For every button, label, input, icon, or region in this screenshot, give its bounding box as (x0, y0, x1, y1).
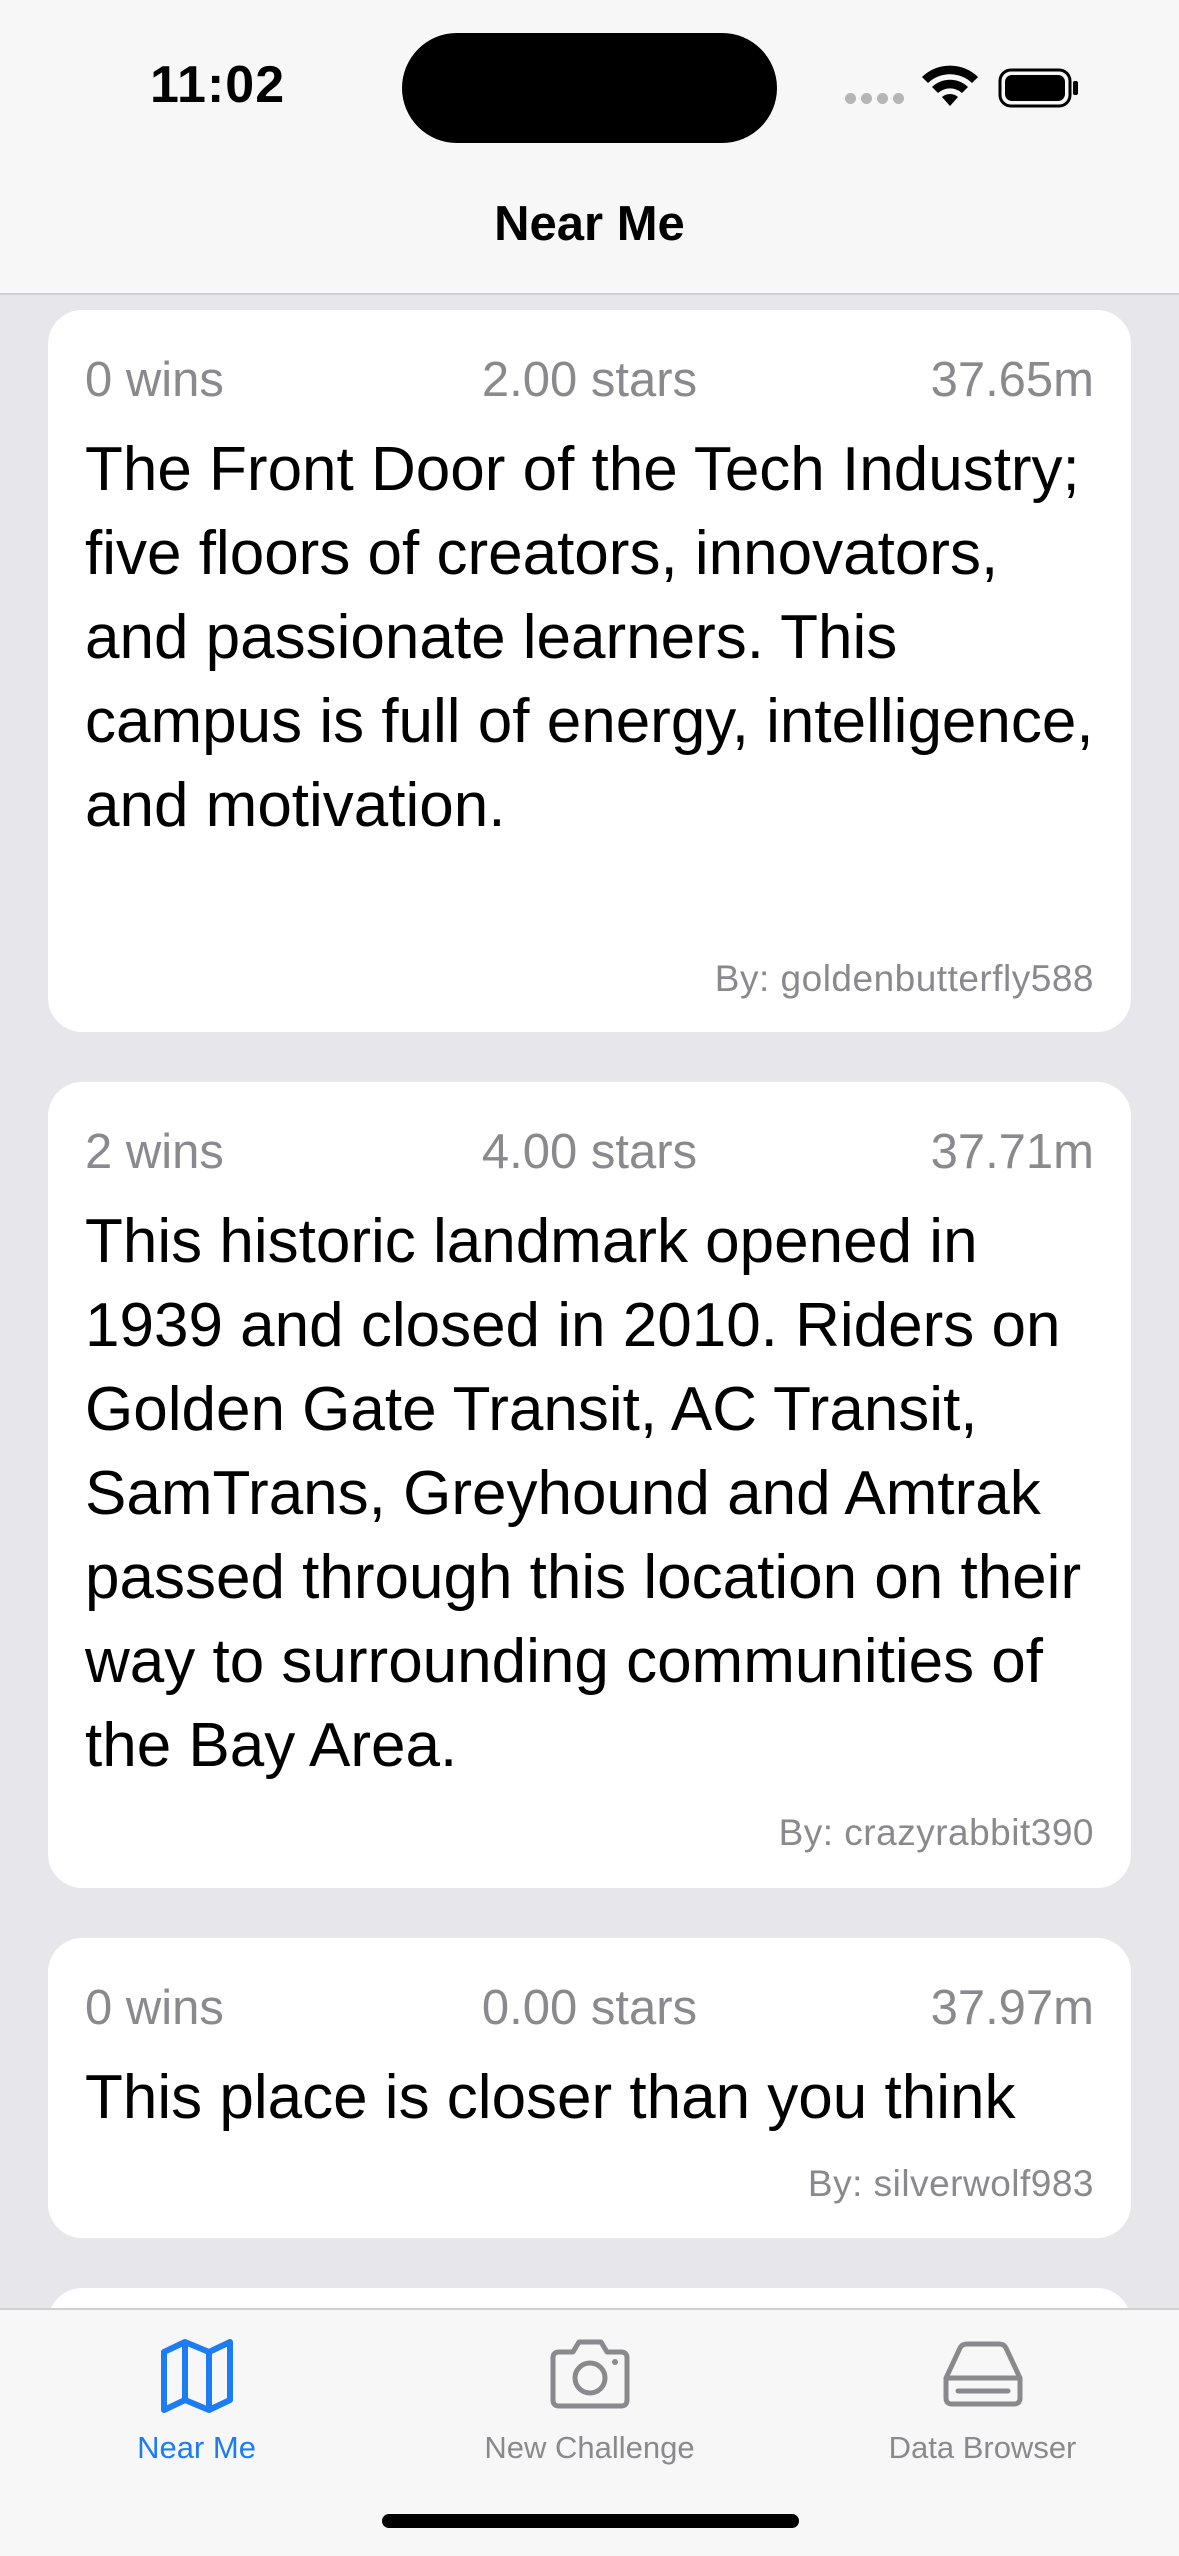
distance: 37.65m (930, 353, 1094, 407)
camera-icon (550, 2339, 629, 2409)
challenge-description: This place is closer than you think (85, 2063, 1016, 2132)
tab-near-me[interactable]: Near Me (0, 2310, 393, 2470)
screen: 0 wins 2.00 stars 37.65m The Front Door … (0, 0, 1179, 2556)
challenge-card[interactable]: 0 wins 2.00 stars 37.65m The Front Door … (48, 310, 1131, 1032)
status-time: 11:02 (150, 56, 286, 114)
cellular-signal-icon (845, 93, 905, 107)
challenge-card[interactable]: 0 wins 0.00 stars 37.97m This place is c… (48, 1938, 1131, 2238)
tab-new-challenge[interactable]: New Challenge (393, 2310, 786, 2470)
distance: 37.97m (930, 1981, 1094, 2035)
battery-icon (998, 68, 1078, 108)
map-icon (160, 2339, 233, 2413)
dynamic-island (402, 33, 777, 143)
page-title: Near Me (494, 197, 685, 251)
tab-label: Near Me (137, 2430, 256, 2465)
distance: 37.71m (930, 1125, 1094, 1179)
drive-icon (943, 2341, 1022, 2407)
tab-label: New Challenge (484, 2430, 695, 2465)
navigation-bar: 11:02 Near Me (0, 0, 1179, 295)
author-label: By: crazyrabbit390 (778, 1812, 1094, 1853)
author-label: By: goldenbutterfly588 (714, 958, 1094, 999)
challenge-description: This historic landmark opened in 1939 an… (85, 1207, 1082, 1780)
author-label: By: silverwolf983 (807, 2163, 1094, 2204)
home-indicator[interactable] (382, 2514, 799, 2528)
challenge-card[interactable]: 2 wins 4.00 stars 37.71m This historic l… (48, 1082, 1131, 1888)
tab-label: Data Browser (888, 2430, 1077, 2465)
tab-data-browser[interactable]: Data Browser (786, 2310, 1179, 2470)
challenge-description: The Front Door of the Tech Industry; fiv… (85, 435, 1094, 840)
wifi-icon (922, 65, 978, 106)
